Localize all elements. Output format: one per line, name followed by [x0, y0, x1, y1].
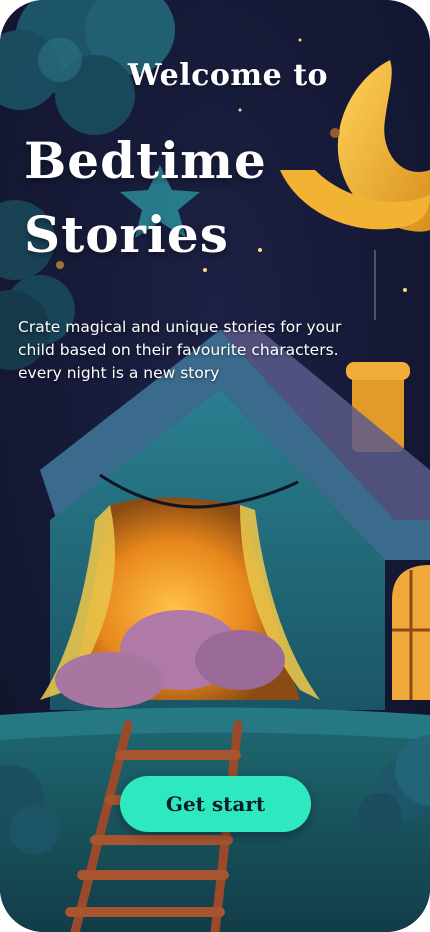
app-title-line1: Bedtime [24, 131, 267, 190]
onboarding-screen: Welcome to Bedtime Stories Crate magical… [0, 0, 430, 932]
intro-description: Crate magical and unique stories for you… [18, 316, 418, 385]
app-title: Bedtime Stories [24, 124, 324, 272]
window-icon [392, 565, 430, 700]
description-line3: every night is a new story [18, 364, 220, 382]
description-line1: Crate magical and unique stories for you… [18, 318, 342, 336]
welcome-heading: Welcome to [127, 58, 329, 93]
app-title-line2: Stories [24, 205, 229, 264]
description-line2: child based on their favourite character… [18, 341, 339, 359]
get-start-button[interactable]: Get start [120, 776, 311, 832]
